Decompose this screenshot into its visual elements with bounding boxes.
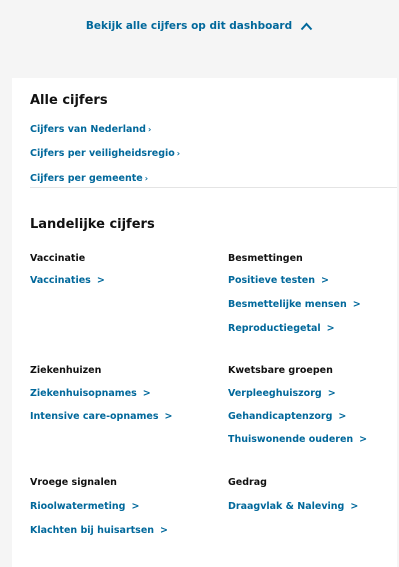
show-all-figures-toggle[interactable]: Bekijk alle cijfers op dit dashboard <box>0 0 399 52</box>
link-label: Positieve testen <box>228 275 315 286</box>
link-label: Reproductiegetal <box>228 323 321 334</box>
chevron-right-icon: > <box>359 434 368 445</box>
link-label: Besmettelijke mensen <box>228 299 347 310</box>
chevron-right-icon: > <box>320 275 329 286</box>
link-draagvlak-naleving[interactable]: Draagvlak & Naleving > <box>228 501 358 512</box>
link-label: Ziekenhuisopnames <box>30 388 137 399</box>
link-label: Thuiswonende ouderen <box>228 434 354 445</box>
chevron-right-icon: › <box>147 125 152 134</box>
chevron-right-icon: > <box>338 411 347 422</box>
chevron-right-icon: > <box>164 411 173 422</box>
link-label: Verpleeghuiszorg <box>228 388 322 399</box>
link-vaccinaties[interactable]: Vaccinaties > <box>30 275 105 286</box>
link-besmettelijke-mensen[interactable]: Besmettelijke mensen > <box>228 299 361 310</box>
link-cijfers-per-veiligheidsregio[interactable]: Cijfers per veiligheidsregio › <box>30 148 180 159</box>
link-label: Draagvlak & Naleving <box>228 501 345 512</box>
chevron-right-icon: > <box>142 388 151 399</box>
link-thuiswonende-ouderen[interactable]: Thuiswonende ouderen > <box>228 434 367 445</box>
chevron-right-icon: > <box>160 525 169 536</box>
category-gedrag: Gedrag <box>228 477 267 488</box>
category-ziekenhuizen: Ziekenhuizen <box>30 365 102 376</box>
category-besmettingen: Besmettingen <box>228 253 303 264</box>
link-label: Cijfers van Nederland <box>30 124 146 135</box>
chevron-right-icon: > <box>131 501 140 512</box>
link-cijfers-van-nederland[interactable]: Cijfers van Nederland › <box>30 124 151 135</box>
category-vaccinatie: Vaccinatie <box>30 253 86 264</box>
category-vroege-signalen: Vroege signalen <box>30 477 117 488</box>
chevron-right-icon: › <box>176 149 181 158</box>
section-title-alle-cijfers: Alle cijfers <box>30 93 108 108</box>
link-label: Intensive care-opnames <box>30 411 159 422</box>
link-positieve-testen[interactable]: Positieve testen > <box>228 275 329 286</box>
link-label: Gehandicaptenzorg <box>228 411 333 422</box>
link-reproductiegetal[interactable]: Reproductiegetal > <box>228 323 335 334</box>
link-label: Cijfers per veiligheidsregio <box>30 148 175 159</box>
link-klachten-bij-huisartsen[interactable]: Klachten bij huisartsen > <box>30 525 168 536</box>
category-kwetsbare-groepen: Kwetsbare groepen <box>228 365 333 376</box>
section-divider <box>30 187 397 188</box>
link-cijfers-per-gemeente[interactable]: Cijfers per gemeente › <box>30 173 148 184</box>
link-gehandicaptenzorg[interactable]: Gehandicaptenzorg > <box>228 411 346 422</box>
link-ziekenhuisopnames[interactable]: Ziekenhuisopnames > <box>30 388 151 399</box>
chevron-right-icon: > <box>326 323 335 334</box>
navigation-panel: Alle cijfers Cijfers van Nederland › Cijf… <box>12 78 397 567</box>
link-label: Klachten bij huisartsen <box>30 525 155 536</box>
link-label: Vaccinaties <box>30 275 91 286</box>
link-verpleeghuiszorg[interactable]: Verpleeghuiszorg > <box>228 388 336 399</box>
chevron-right-icon: > <box>96 275 105 286</box>
link-label: Cijfers per gemeente <box>30 173 143 184</box>
section-title-landelijke-cijfers: Landelijke cijfers <box>30 217 155 232</box>
toggle-label: Bekijk alle cijfers op dit dashboard <box>85 20 293 32</box>
link-rioolwatermeting[interactable]: Rioolwatermeting > <box>30 501 139 512</box>
chevron-right-icon: › <box>144 174 149 183</box>
link-label: Rioolwatermeting <box>30 501 126 512</box>
chevron-up-icon <box>300 22 313 30</box>
chevron-right-icon: > <box>350 501 359 512</box>
chevron-right-icon: > <box>352 299 361 310</box>
link-intensive-care-opnames[interactable]: Intensive care-opnames > <box>30 411 172 422</box>
chevron-right-icon: > <box>327 388 336 399</box>
